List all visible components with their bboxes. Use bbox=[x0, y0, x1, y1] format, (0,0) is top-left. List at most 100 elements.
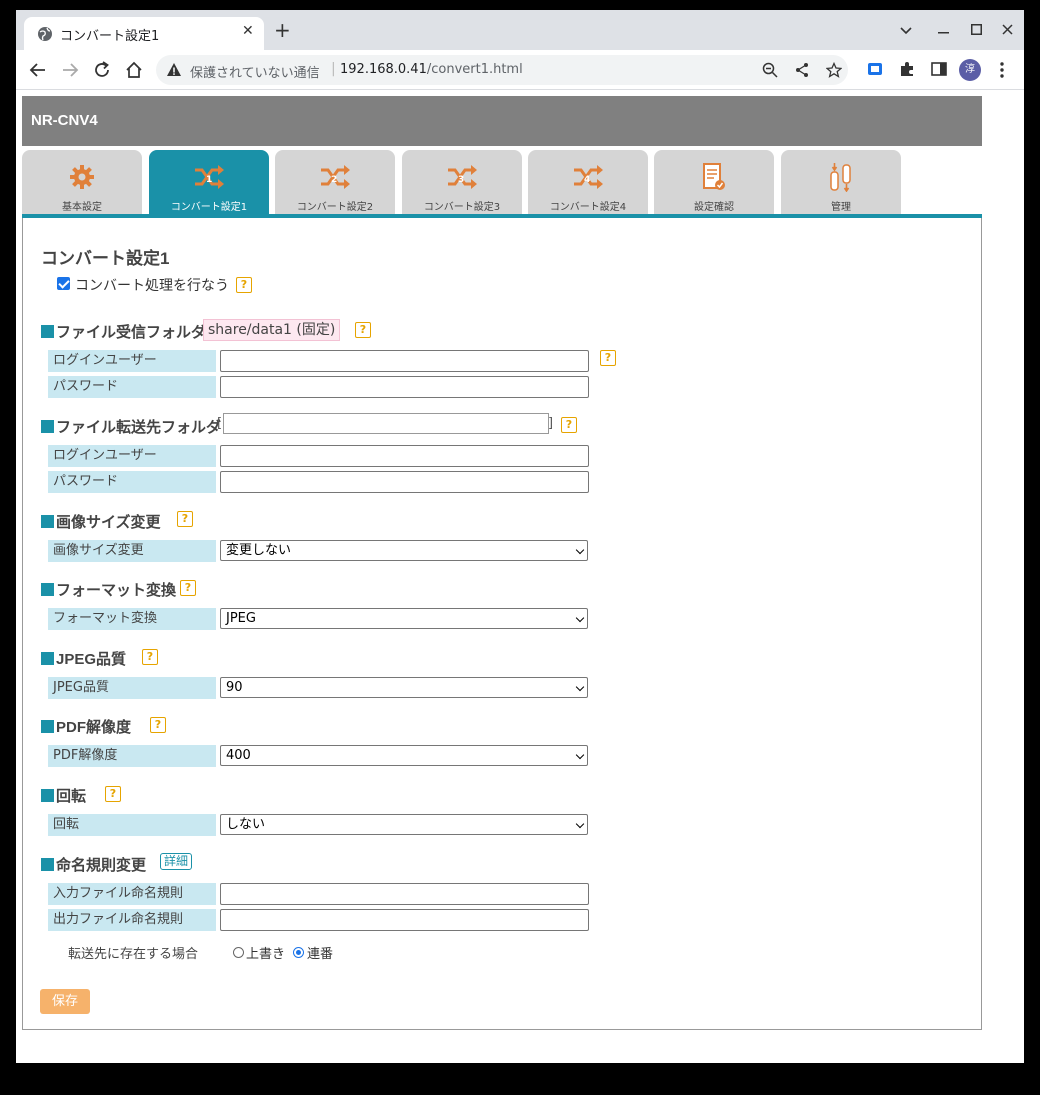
minimize-icon[interactable] bbox=[938, 32, 949, 34]
resize-select[interactable]: 変更しない bbox=[220, 540, 588, 561]
resize-label: 画像サイズ変更 bbox=[48, 540, 216, 562]
transfer-password-input[interactable] bbox=[220, 471, 589, 493]
transfer-folder-title: ファイル転送先フォルダ bbox=[56, 419, 222, 436]
help-icon[interactable]: ? bbox=[600, 350, 616, 366]
pdf-resolution-heading: PDF解像度 bbox=[41, 716, 131, 737]
url-host: 192.168.0.41 bbox=[340, 62, 427, 77]
naming-detail-button[interactable]: 詳細 bbox=[160, 853, 193, 870]
jpeg-quality-label: JPEG品質 bbox=[48, 677, 216, 699]
tab-convert-1[interactable]: 1 コンバート設定1 bbox=[149, 150, 269, 214]
svg-text:4: 4 bbox=[584, 175, 590, 185]
tab-settings-review[interactable]: 設定確認 bbox=[654, 150, 774, 214]
tab-label: 設定確認 bbox=[694, 202, 734, 213]
app-header: NR-CNV4 bbox=[22, 96, 982, 146]
enable-convert-label[interactable]: コンバート処理を行なう bbox=[75, 275, 229, 295]
pdf-resolution-value: 400 bbox=[226, 748, 251, 763]
jpeg-quality-select[interactable]: 90 bbox=[220, 677, 588, 698]
overwrite-label[interactable]: 上書き bbox=[246, 943, 285, 962]
tab-convert-4[interactable]: 4 コンバート設定4 bbox=[528, 150, 648, 214]
app-title: NR-CNV4 bbox=[31, 112, 98, 129]
output-naming-input[interactable] bbox=[220, 909, 589, 931]
rotate-select[interactable]: しない bbox=[220, 814, 588, 835]
chevron-down-icon bbox=[575, 545, 585, 555]
section-marker bbox=[41, 515, 54, 528]
resize-heading: 画像サイズ変更 bbox=[41, 511, 161, 532]
plus-icon[interactable]: + bbox=[274, 20, 291, 40]
reload-icon[interactable] bbox=[92, 60, 112, 80]
serial-radio[interactable] bbox=[293, 947, 304, 958]
format-select[interactable]: JPEG bbox=[220, 608, 588, 629]
enable-convert-checkbox[interactable] bbox=[57, 277, 70, 290]
format-value: JPEG bbox=[226, 611, 256, 626]
receive-folder-fixed-path: share/data1 (固定) bbox=[203, 319, 341, 341]
transfer-user-input[interactable] bbox=[220, 445, 589, 467]
url-text[interactable]: 192.168.0.41/convert1.html bbox=[340, 62, 523, 77]
forward-icon[interactable] bbox=[60, 60, 80, 80]
gear-icon bbox=[70, 165, 94, 189]
shuffle-4-icon: 4 bbox=[574, 165, 603, 189]
tab-convert-2[interactable]: 2 コンバート設定2 bbox=[275, 150, 395, 214]
help-icon[interactable]: ? bbox=[561, 417, 577, 433]
section-marker bbox=[41, 583, 54, 596]
side-panel-icon[interactable] bbox=[930, 60, 948, 78]
overwrite-radio[interactable] bbox=[233, 947, 244, 958]
tab-label: コンバート設定3 bbox=[423, 202, 501, 213]
shuffle-3-icon: 3 bbox=[448, 165, 477, 189]
url-path: /convert1.html bbox=[426, 62, 523, 77]
help-icon[interactable]: ? bbox=[177, 511, 193, 527]
save-button[interactable]: 保存 bbox=[40, 989, 90, 1014]
not-secure-label[interactable]: 保護されていない通信 bbox=[190, 62, 320, 81]
pdf-resolution-select[interactable]: 400 bbox=[220, 745, 588, 766]
extension-translate-icon[interactable] bbox=[866, 60, 884, 78]
zoom-icon[interactable] bbox=[762, 62, 778, 78]
receive-password-input[interactable] bbox=[220, 376, 589, 398]
help-icon[interactable]: ? bbox=[236, 277, 252, 293]
shuffle-2-icon: 2 bbox=[321, 165, 350, 189]
tab-management[interactable]: 管理 bbox=[781, 150, 901, 214]
receive-user-input[interactable] bbox=[220, 350, 589, 372]
cylinders-icon bbox=[830, 163, 851, 192]
transfer-folder-input[interactable] bbox=[223, 413, 549, 434]
maximize-icon[interactable] bbox=[971, 24, 982, 35]
svg-text:3: 3 bbox=[458, 175, 464, 185]
chevron-down-icon[interactable] bbox=[900, 27, 912, 35]
browser-tab-bar: コンバート設定1 ✕ + bbox=[16, 10, 1024, 50]
help-icon[interactable]: ? bbox=[180, 580, 196, 596]
help-icon[interactable]: ? bbox=[150, 717, 166, 733]
more-menu-icon[interactable] bbox=[998, 60, 1006, 80]
window-close-icon[interactable] bbox=[1002, 24, 1013, 35]
chevron-down-icon bbox=[575, 613, 585, 623]
profile-avatar[interactable]: 淳 bbox=[959, 59, 981, 81]
address-bar[interactable]: 保護されていない通信 | 192.168.0.41/convert1.html bbox=[156, 55, 848, 85]
output-naming-label: 出力ファイル命名規則 bbox=[48, 909, 216, 931]
document-check-icon bbox=[703, 163, 725, 190]
naming-heading: 命名規則変更 bbox=[41, 854, 146, 875]
format-heading: フォーマット変換 bbox=[41, 579, 176, 600]
help-icon[interactable]: ? bbox=[355, 322, 371, 338]
serial-label[interactable]: 連番 bbox=[307, 943, 333, 962]
star-icon[interactable] bbox=[826, 62, 842, 78]
warning-icon[interactable] bbox=[166, 62, 182, 78]
rotate-title: 回転 bbox=[56, 788, 87, 805]
puzzle-icon[interactable] bbox=[898, 60, 916, 78]
input-naming-label: 入力ファイル命名規則 bbox=[48, 883, 216, 905]
exist-behavior-label: 転送先に存在する場合 bbox=[68, 947, 199, 962]
share-icon[interactable] bbox=[794, 62, 810, 78]
globe-icon bbox=[38, 27, 52, 41]
help-icon[interactable]: ? bbox=[105, 786, 121, 802]
back-icon[interactable] bbox=[28, 60, 48, 80]
tab-basic-settings[interactable]: 基本設定 bbox=[22, 150, 142, 214]
pdf-resolution-label: PDF解像度 bbox=[48, 745, 216, 767]
tab-label: コンバート設定2 bbox=[296, 202, 374, 213]
tab-convert-3[interactable]: 3 コンバート設定3 bbox=[402, 150, 522, 214]
tab-label: コンバート設定1 bbox=[170, 202, 248, 213]
help-icon[interactable]: ? bbox=[142, 649, 158, 665]
home-icon[interactable] bbox=[124, 60, 144, 80]
naming-title: 命名規則変更 bbox=[56, 857, 147, 874]
section-marker bbox=[41, 720, 54, 733]
close-icon[interactable]: ✕ bbox=[242, 23, 254, 39]
rotate-label: 回転 bbox=[48, 814, 216, 836]
browser-tab[interactable]: コンバート設定1 ✕ bbox=[24, 17, 264, 50]
input-naming-input[interactable] bbox=[220, 883, 589, 905]
chevron-down-icon bbox=[575, 819, 585, 829]
